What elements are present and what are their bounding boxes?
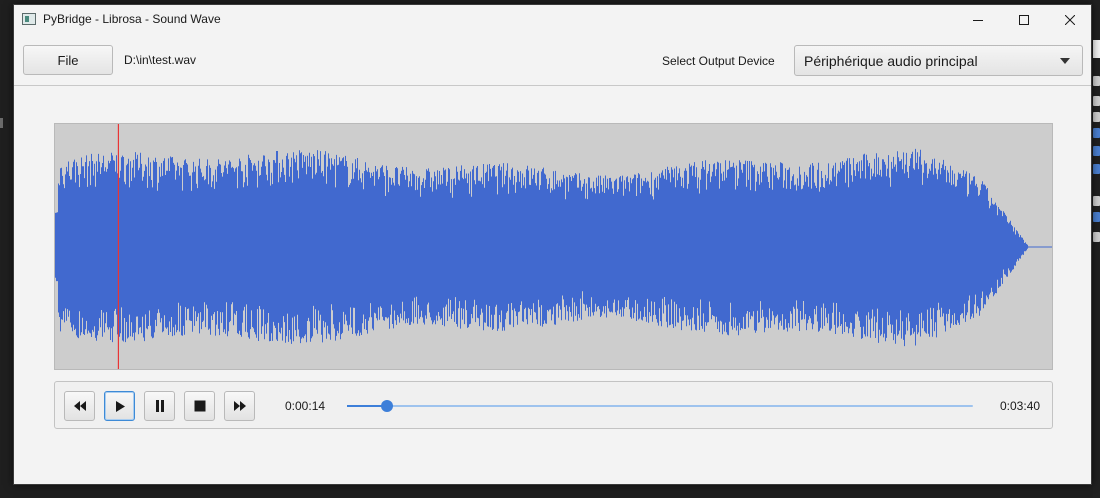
rewind-button[interactable] [64, 391, 95, 421]
chevron-down-icon [1060, 58, 1070, 64]
play-button[interactable] [104, 391, 135, 421]
app-icon [22, 13, 36, 25]
pause-icon [155, 400, 164, 412]
fast-forward-icon [233, 401, 246, 411]
play-icon [115, 400, 125, 412]
seek-slider-thumb[interactable] [380, 400, 393, 412]
close-button[interactable] [1047, 5, 1093, 35]
minimize-button[interactable] [955, 5, 1001, 35]
background-window [1093, 0, 1100, 498]
app-window: PyBridge - Librosa - Sound Wave File D:\… [13, 4, 1092, 485]
title-bar[interactable]: PyBridge - Librosa - Sound Wave [14, 5, 1091, 35]
output-device-label: Select Output Device [662, 54, 775, 68]
window-title: PyBridge - Librosa - Sound Wave [43, 12, 221, 26]
stop-button[interactable] [184, 391, 215, 421]
current-time: 0:00:14 [285, 399, 326, 413]
pause-button[interactable] [144, 391, 175, 421]
seek-slider[interactable] [347, 400, 973, 412]
toolbar: File D:\in\test.wav Select Output Device… [14, 35, 1091, 86]
close-icon [1065, 15, 1075, 25]
waveform-graph [55, 124, 1052, 369]
waveform-peaks [55, 148, 1052, 347]
file-button[interactable]: File [23, 45, 113, 75]
transport-bar: 0:00:14 0:03:40 [54, 381, 1053, 429]
rewind-icon [73, 401, 86, 411]
total-time: 0:03:40 [1000, 399, 1041, 413]
stop-icon [194, 400, 205, 412]
maximize-button[interactable] [1001, 5, 1047, 35]
minimize-icon [973, 20, 983, 21]
output-device-select[interactable]: Périphérique audio principal [794, 45, 1083, 76]
file-path: D:\in\test.wav [124, 53, 197, 67]
fast-forward-button[interactable] [224, 391, 255, 421]
output-device-value: Périphérique audio principal [804, 53, 978, 69]
waveform-display[interactable] [54, 123, 1053, 370]
background-window-edge [0, 118, 3, 128]
maximize-icon [1019, 15, 1029, 25]
